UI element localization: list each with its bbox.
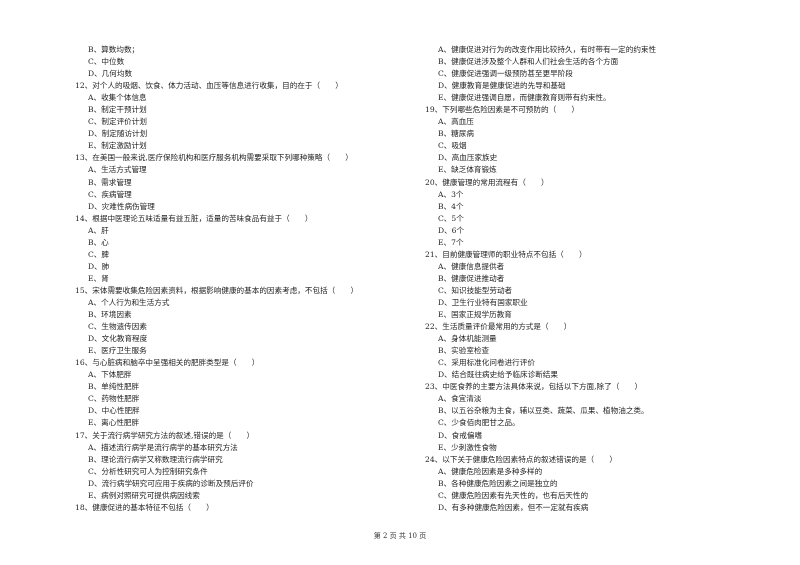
answer-option: C、脾 <box>88 249 109 259</box>
answer-option: D、中心性肥胖 <box>88 406 140 416</box>
answer-option: C、分析性研究可人为控制研究条件 <box>88 466 208 476</box>
page-number-footer: 第 2 页 共 10 页 <box>373 532 427 540</box>
question-stem: 18、健康促进的基本特征不包括（ ） <box>75 502 214 512</box>
question-stem: 15、宋体需要收集危险因素资料，根据影响健康的基本的因素考虑，不包括（ ） <box>75 285 359 295</box>
answer-option: B、实验室检查 <box>438 346 490 356</box>
answer-option: E、离心性肥胖 <box>88 418 140 428</box>
answer-option: E、医疗卫生服务 <box>88 346 147 356</box>
answer-option: D、有多种健康危险因素，但不一定就有疾病 <box>438 502 589 512</box>
answer-option: C、生物遗传因素 <box>88 322 147 332</box>
answer-option: B、理论流行病学又称数理流行病学研究 <box>88 454 223 464</box>
answer-option: B、健康促进推动者 <box>438 273 505 283</box>
answer-option: D、健康教育是健康促进的先导和基础 <box>438 81 566 91</box>
answer-option: A、身体机能测量 <box>438 334 497 344</box>
answer-option: A、3个 <box>438 189 464 199</box>
answer-option: D、卫生行业特有国家职业 <box>438 297 528 307</box>
answer-option: D、结合既往病史给予临床诊断结果 <box>438 370 558 380</box>
question-stem: 21、目前健康管理师的职业特点不包括（ ） <box>425 249 587 259</box>
answer-option: A、收集个体信息 <box>88 93 147 103</box>
answer-option: A、描述流行病学是流行病学的基本研究方法 <box>88 442 238 452</box>
answer-option: D、高血压家族史 <box>438 153 498 163</box>
answer-option: A、生活方式管理 <box>88 165 147 175</box>
answer-option: E、7个 <box>438 237 464 247</box>
answer-option: C、采用标准化问卷进行评价 <box>438 358 535 368</box>
answer-option: A、健康信息提供者 <box>438 261 505 271</box>
answer-option: C、5个 <box>438 213 464 223</box>
answer-option: A、肝 <box>88 225 109 235</box>
answer-option: E、病例对照研究可提供病因线索 <box>88 490 200 500</box>
answer-option: B、单纯性肥胖 <box>88 382 140 392</box>
answer-option: D、流行病学研究可应用于疾病的诊断及预后评价 <box>88 478 254 488</box>
answer-option: D、灾难性病伤管理 <box>88 201 155 211</box>
answer-option: B、4个 <box>438 201 464 211</box>
answer-option: A、个人行为和生活方式 <box>88 297 170 307</box>
answer-option: C、疾病管理 <box>88 189 132 199</box>
answer-option: D、肺 <box>88 261 110 271</box>
answer-option: B、糖尿病 <box>438 129 474 139</box>
answer-option: B、制定干预计划 <box>88 105 147 115</box>
question-stem: 14、根据中医理论五味适量有益五脏，适量的苦味食品有益于（ ） <box>75 213 313 223</box>
answer-option: B、算数均数； <box>88 45 140 54</box>
answer-option: B、心 <box>88 237 109 247</box>
answer-option: E、国家正规学历教育 <box>438 310 512 320</box>
answer-option: C、健康促进强调一级预防甚至更早阶段 <box>438 69 573 79</box>
answer-option: E、肾 <box>88 273 109 283</box>
answer-option: E、制定激励计划 <box>88 141 147 151</box>
answer-option: D、文化教育程度 <box>88 334 148 344</box>
answer-option: B、环境因素 <box>88 310 132 320</box>
answer-option: C、健康危险因素有先天性的，也有后天性的 <box>438 490 589 500</box>
answer-option: B、需求管理 <box>88 177 132 187</box>
question-stem: 16、与心脏病和脑卒中呈强相关的肥胖类型是（ ） <box>75 358 260 368</box>
question-stem: 22、生活质量评价最常用的方式是（ ） <box>425 322 572 332</box>
answer-option: A、下体肥胖 <box>88 370 132 380</box>
answer-option: D、6个 <box>438 225 465 235</box>
answer-option: B、各种健康危险因素之间是独立的 <box>438 478 558 488</box>
answer-option: A、高血压 <box>438 117 474 127</box>
answer-option: A、食宜清淡 <box>438 394 482 404</box>
answer-option: C、药物性肥胖 <box>88 394 140 404</box>
answer-option: E、健康促进强调自愿，而健康教育则带有约束性。 <box>438 93 611 103</box>
answer-option: A、健康危险因素是多种多样的 <box>438 466 543 476</box>
answer-option: D、几何均数 <box>88 69 133 79</box>
answer-option: B、健康促进涉及整个人群和人们社会生活的各个方面 <box>438 57 619 67</box>
answer-option: C、知识技能型劳动者 <box>438 285 513 295</box>
answer-option: A、健康促进对行为的改变作用比较持久，有时带有一定的约束性 <box>438 45 657 54</box>
question-stem: 19、下列哪些危险因素是不可预防的（ ） <box>425 105 579 115</box>
answer-option: C、中位数 <box>88 57 125 67</box>
question-stem: 13、在美国一般来说,医疗保险机构和医疗服务机构需要采取下列哪种策略（ ） <box>75 153 353 163</box>
answer-option: C、少食佰肉肥甘之品。 <box>438 418 520 428</box>
answer-option: C、制定评价计划 <box>88 117 147 127</box>
answer-option: C、吸烟 <box>438 141 467 151</box>
question-stem: 20、健康管理的常用流程有（ ） <box>425 177 549 187</box>
answer-option: D、食戒偏嗜 <box>438 430 483 440</box>
question-stem: 24、以下关于健康危险因素特点的叙述错误的是（ ） <box>425 454 617 464</box>
answer-option: E、少刺激性食物 <box>438 442 497 452</box>
answer-option: B、以五谷杂粮为主食，辅以豆类、蔬菜、瓜果、植物油之类。 <box>438 406 649 416</box>
question-stem: 12、对个人的吸烟、饮食、体力活动、血压等信息进行收集，目的在于（ ） <box>75 81 343 91</box>
left-column: B、算数均数； C、中位数 D、几何均数 12、对个人的吸烟、饮食、体力活动、血压等信… <box>75 44 405 514</box>
answer-option: D、制定随访计划 <box>88 129 148 139</box>
question-stem: 23、中医食养的主要方法具体来说，包括以下方面,除了（ ） <box>425 382 643 392</box>
answer-option: E、缺乏体育锻炼 <box>438 165 497 175</box>
right-column: A、健康促进对行为的改变作用比较持久，有时带有一定的约束性 B、健康促进涉及整个人… <box>425 44 765 514</box>
question-stem: 17、关于流行病学研究方法的叙述,错误的是（ ） <box>75 430 255 440</box>
